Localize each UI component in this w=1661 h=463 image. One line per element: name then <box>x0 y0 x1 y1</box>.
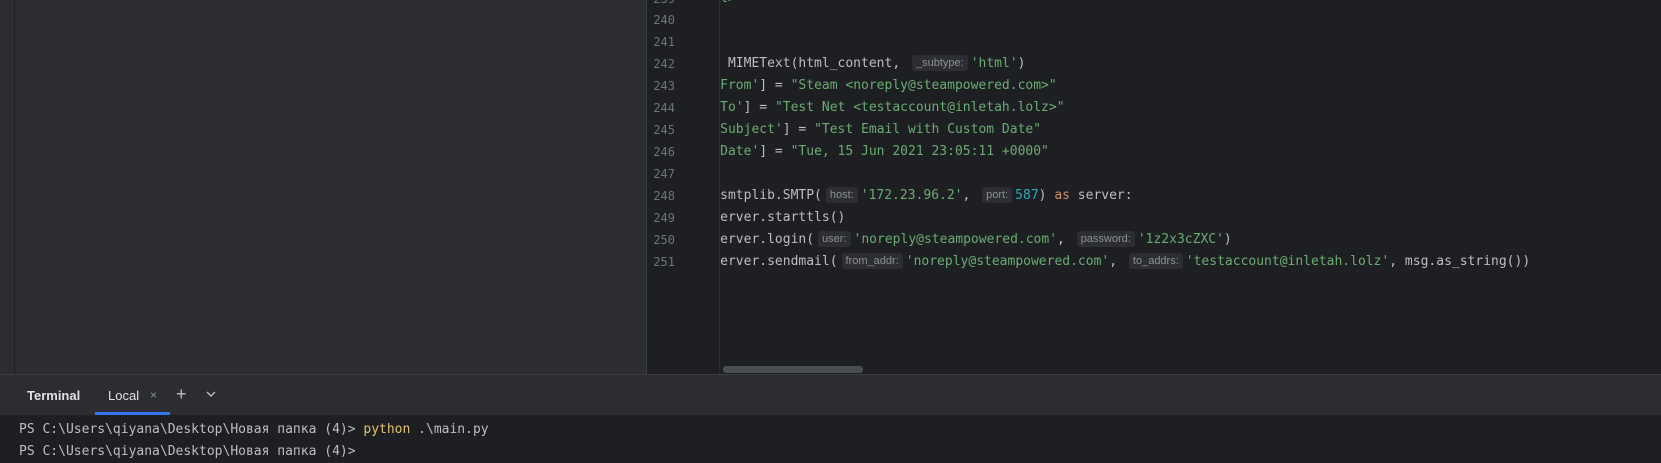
code-token: server: <box>1069 188 1133 203</box>
code-line[interactable]: msg = MIMEText(html_content, _subtype:'h… <box>720 53 1025 75</box>
code-token: 'From' <box>720 78 760 93</box>
code-token: "Test Net <testaccount@inletah.lolz>" <box>774 100 1065 115</box>
code-token: ] = <box>782 122 815 137</box>
code-token: smtplib.SMTP( <box>720 188 822 203</box>
line-number: 247 <box>653 167 675 181</box>
terminal-prompt: PS C:\Users\qiyana\Desktop\Новая папка (… <box>19 444 356 459</box>
code-token: server.starttls() <box>720 210 846 225</box>
code-token: msg = MIMEText(html_content, <box>720 56 901 71</box>
code-token: '1z2x3cZXC' <box>1137 232 1224 247</box>
code-editor[interactable]: </html> msg = MIMEText(html_content, _sub… <box>720 0 1661 374</box>
parameter-hint: host: <box>825 187 858 203</box>
tool-window-strip <box>0 0 15 374</box>
code-token: , msg.as_string()) <box>1389 254 1531 269</box>
ide-window: 239240241242243244245246247248249250251 … <box>0 0 1661 463</box>
terminal-line: PS C:\Users\qiyana\Desktop\Новая папка (… <box>19 441 356 463</box>
code-line[interactable]: server.starttls() <box>720 207 845 229</box>
code-token: "Steam <noreply@steampowered.com>" <box>790 78 1057 93</box>
terminal-panel: Terminal Local × + PS C:\Users\qiyana\De… <box>0 374 1661 463</box>
code-token: ) <box>1223 232 1232 247</box>
parameter-hint: user: <box>818 231 851 247</box>
code-token: ) <box>1017 56 1026 71</box>
code-token: ] = <box>759 78 791 93</box>
code-token: "Test Email with Custom Date" <box>814 122 1042 137</box>
code-token: , <box>1109 254 1125 269</box>
terminal-argument: .\main.py <box>410 422 489 437</box>
project-panel[interactable] <box>15 0 647 374</box>
terminal-line: PS C:\Users\qiyana\Desktop\Новая папка (… <box>19 419 489 441</box>
code-token: "Tue, 15 Jun 2021 23:05:11 +0000" <box>790 144 1049 159</box>
code-token: 'Subject' <box>720 122 783 137</box>
code-token: ] = <box>743 100 775 115</box>
line-number: 250 <box>653 233 675 247</box>
code-line[interactable]: msg['Date'] = "Tue, 15 Jun 2021 23:05:11… <box>720 141 1049 163</box>
close-icon[interactable]: × <box>150 388 157 402</box>
add-tab-icon[interactable]: + <box>176 384 187 405</box>
terminal-title: Terminal <box>27 388 81 403</box>
line-number: 244 <box>653 101 675 115</box>
parameter-hint: password: <box>1076 231 1135 247</box>
code-token: 'html' <box>970 56 1018 71</box>
code-line[interactable]: server.sendmail(from_addr:'noreply@steam… <box>720 251 1530 273</box>
code-token: , <box>1057 232 1073 247</box>
line-number: 241 <box>653 35 675 49</box>
code-token: 'noreply@steampowered.com' <box>905 254 1110 269</box>
code-line[interactable]: with smtplib.SMTP(host:'172.23.96.2', po… <box>720 185 1133 207</box>
terminal-command: python <box>363 422 411 437</box>
parameter-hint: port: <box>982 187 1013 203</box>
line-number: 242 <box>653 57 675 71</box>
code-token: 'To' <box>720 100 744 115</box>
code-line[interactable]: </html> <box>720 0 736 10</box>
code-line[interactable]: msg['From'] = "Steam <noreply@steampower… <box>720 75 1057 97</box>
line-number: 248 <box>653 189 675 203</box>
code-token: as <box>1054 188 1070 203</box>
line-number: 249 <box>653 211 675 225</box>
line-number-gutter[interactable]: 239240241242243244245246247248249250251 <box>647 0 720 374</box>
chevron-down-icon[interactable] <box>204 387 218 401</box>
code-token: server.login( <box>720 232 815 247</box>
line-number: 240 <box>653 13 675 27</box>
line-number: 251 <box>653 255 675 269</box>
tab-local-label: Local <box>108 388 140 403</box>
code-token: ) <box>1038 188 1055 203</box>
terminal-prompt: PS C:\Users\qiyana\Desktop\Новая папка (… <box>19 422 364 437</box>
code-line[interactable]: msg['Subject'] = "Test Email with Custom… <box>720 119 1041 141</box>
parameter-hint: _subtype: <box>911 55 968 71</box>
tab-local[interactable]: Local × <box>95 375 170 415</box>
code-token: 'testaccount@inletah.lolz' <box>1185 254 1390 269</box>
code-token: '172.23.96.2' <box>860 188 963 203</box>
code-token: server.sendmail( <box>720 254 838 269</box>
code-token: , <box>962 188 979 203</box>
line-number: 243 <box>653 79 675 93</box>
parameter-hint: from_addr: <box>841 253 903 269</box>
active-tab-indicator <box>95 412 170 415</box>
code-token: 'noreply@steampowered.com' <box>853 232 1058 247</box>
code-token: ] = <box>759 144 791 159</box>
horizontal-scrollbar[interactable] <box>723 366 863 373</box>
terminal-toolbar: Terminal Local × + <box>0 375 1661 415</box>
code-token: </html> <box>720 0 736 6</box>
code-line[interactable]: server.login(user:'noreply@steampowered.… <box>720 229 1232 251</box>
parameter-hint: to_addrs: <box>1128 253 1183 269</box>
line-number: 246 <box>653 145 675 159</box>
code-token: 'Date' <box>720 144 760 159</box>
code-line[interactable]: msg['To'] = "Test Net <testaccount@inlet… <box>720 97 1065 119</box>
code-token: 587 <box>1015 188 1039 203</box>
line-number: 245 <box>653 123 675 137</box>
